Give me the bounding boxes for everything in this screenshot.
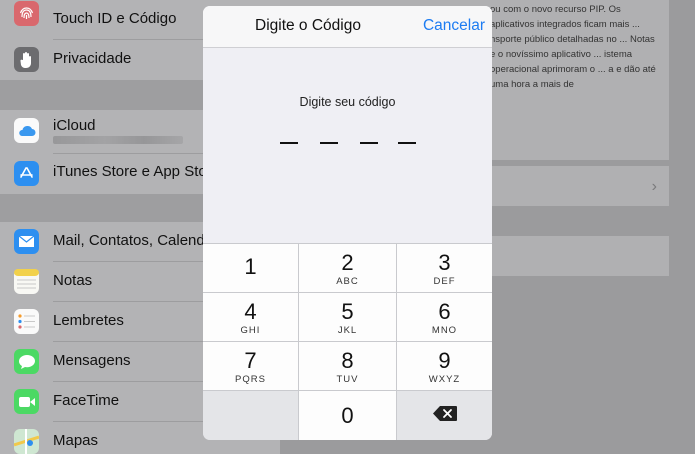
key-6[interactable]: 6 MNO (397, 293, 492, 341)
chevron-right-icon: › (651, 178, 657, 195)
icloud-icon (14, 118, 39, 143)
numeric-keypad: 1 2 ABC 3 DEF 4 GHI 5 JKL 6 MNO 7 PQRS 8 (203, 243, 492, 440)
delete-button[interactable] (397, 391, 492, 440)
key-digit: 6 (438, 299, 451, 324)
passcode-digit-placeholder (398, 142, 416, 144)
sidebar-item-label: Notas (53, 272, 93, 289)
backspace-icon (432, 405, 458, 427)
notes-icon (14, 269, 39, 294)
messages-icon (14, 349, 39, 374)
sidebar-item-label: Touch ID e Código (53, 10, 177, 27)
fingerprint-icon (14, 1, 39, 26)
passcode-digit-placeholder (360, 142, 378, 144)
sidebar-item-label: Lembretes (53, 312, 124, 329)
key-1[interactable]: 1 (203, 244, 298, 292)
key-digit: 7 (244, 348, 257, 373)
sidebar-item-label: Mensagens (53, 352, 131, 369)
key-digit: 1 (244, 254, 257, 279)
hand-icon (14, 47, 39, 72)
account-email-blurred (53, 136, 183, 144)
key-letters: JKL (337, 325, 358, 336)
key-letters: TUV (336, 374, 359, 385)
key-9[interactable]: 9 WXYZ (397, 342, 492, 390)
key-letters: ABC (336, 276, 359, 287)
passcode-digit-placeholder (320, 142, 338, 144)
cancel-button[interactable]: Cancelar (423, 17, 485, 35)
key-digit: 9 (438, 348, 451, 373)
key-2[interactable]: 2 ABC (299, 244, 396, 292)
passcode-prompt: Digite seu código (299, 95, 396, 109)
key-4[interactable]: 4 GHI (203, 293, 298, 341)
sidebar-item-label: iCloud (53, 117, 96, 134)
key-blank (203, 391, 298, 440)
reminders-icon (14, 309, 39, 334)
passcode-dialog: Digite o Código Cancelar Digite seu códi… (203, 6, 492, 440)
sidebar-item-label: iTunes Store e App Store (53, 163, 221, 180)
sidebar-item-label: Mapas (53, 432, 99, 449)
sidebar-item-label: Privacidade (53, 50, 132, 67)
key-0[interactable]: 0 (299, 391, 396, 440)
key-digit: 0 (341, 403, 354, 428)
app-store-icon (14, 161, 39, 186)
sidebar-item-label: FaceTime (53, 392, 120, 409)
key-digit: 4 (244, 299, 257, 324)
key-5[interactable]: 5 JKL (299, 293, 396, 341)
facetime-icon (14, 389, 39, 414)
maps-icon (14, 429, 39, 454)
mail-icon (14, 229, 39, 254)
key-digit: 2 (341, 250, 354, 275)
dialog-title: Digite o Código (255, 17, 361, 34)
dialog-header: Digite o Código Cancelar (203, 6, 492, 48)
passcode-digit-placeholder (280, 142, 298, 144)
key-7[interactable]: 7 PQRS (203, 342, 298, 390)
key-letters: MNO (431, 325, 458, 336)
key-digit: 5 (341, 299, 354, 324)
key-3[interactable]: 3 DEF (397, 244, 492, 292)
key-letters: PQRS (235, 374, 266, 385)
key-letters: GHI (240, 325, 261, 336)
key-digit: 3 (438, 250, 451, 275)
key-letters: DEF (433, 276, 456, 287)
description-text: ou com o novo recurso PIP. Os aplicativo… (490, 4, 656, 90)
passcode-field (278, 142, 418, 145)
key-letters: WXYZ (428, 374, 461, 385)
key-digit: 8 (341, 348, 354, 373)
key-8[interactable]: 8 TUV (299, 342, 396, 390)
